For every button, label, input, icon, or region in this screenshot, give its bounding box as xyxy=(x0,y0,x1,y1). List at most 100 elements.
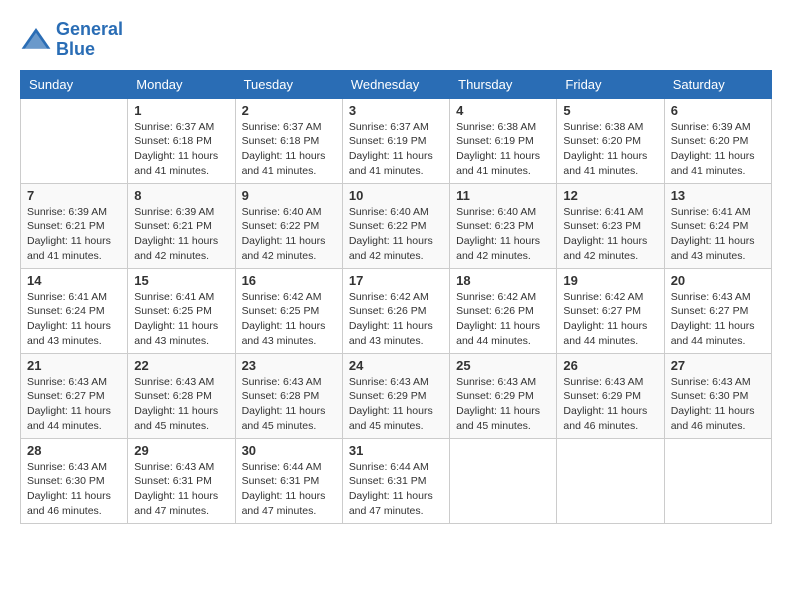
calendar-cell: 25Sunrise: 6:43 AMSunset: 6:29 PMDayligh… xyxy=(450,353,557,438)
day-header-thursday: Thursday xyxy=(450,70,557,98)
day-number: 12 xyxy=(563,188,657,203)
day-number: 27 xyxy=(671,358,765,373)
day-header-wednesday: Wednesday xyxy=(342,70,449,98)
cell-info: Sunrise: 6:43 AMSunset: 6:30 PMDaylight:… xyxy=(671,375,765,434)
cell-info: Sunrise: 6:44 AMSunset: 6:31 PMDaylight:… xyxy=(242,460,336,519)
cell-info: Sunrise: 6:37 AMSunset: 6:18 PMDaylight:… xyxy=(242,120,336,179)
calendar-cell: 29 Sunrise: 6:43 AMSunset: 6:31 PMDayligh… xyxy=(128,438,235,523)
cell-info: Sunrise: 6:42 AMSunset: 6:27 PMDaylight:… xyxy=(563,290,657,349)
cell-info: Sunrise: 6:40 AMSunset: 6:22 PMDaylight:… xyxy=(349,205,443,264)
cell-info: Sunrise: 6:40 AMSunset: 6:23 PMDaylight:… xyxy=(456,205,550,264)
cell-info: Sunrise: 6:39 AMSunset: 6:20 PMDaylight:… xyxy=(671,120,765,179)
calendar-cell: 3 Sunrise: 6:37 AMSunset: 6:19 PMDaylight… xyxy=(342,98,449,183)
day-number: 16 xyxy=(242,273,336,288)
calendar-cell: 12 Sunrise: 6:41 AMSunset: 6:23 PMDayligh… xyxy=(557,183,664,268)
calendar-cell: 4Sunrise: 6:38 AMSunset: 6:19 PMDaylight… xyxy=(450,98,557,183)
calendar-cell: 20 Sunrise: 6:43 AMSunset: 6:27 PMDayligh… xyxy=(664,268,771,353)
day-number: 9 xyxy=(242,188,336,203)
calendar-cell xyxy=(21,98,128,183)
calendar-header-row: SundayMondayTuesdayWednesdayThursdayFrid… xyxy=(21,70,772,98)
calendar-week-4: 21 Sunrise: 6:43 AMSunset: 6:27 PMDayligh… xyxy=(21,353,772,438)
cell-info: Sunrise: 6:43 AMSunset: 6:31 PMDaylight:… xyxy=(134,460,228,519)
cell-info: Sunrise: 6:41 AMSunset: 6:24 PMDaylight:… xyxy=(671,205,765,264)
day-number: 2 xyxy=(242,103,336,118)
cell-info: Sunrise: 6:38 AMSunset: 6:19 PMDaylight:… xyxy=(456,120,550,179)
day-number: 24 xyxy=(349,358,443,373)
cell-info: Sunrise: 6:42 AMSunset: 6:25 PMDaylight:… xyxy=(242,290,336,349)
day-number: 8 xyxy=(134,188,228,203)
day-number: 23 xyxy=(242,358,336,373)
cell-info: Sunrise: 6:43 AMSunset: 6:29 PMDaylight:… xyxy=(456,375,550,434)
calendar-cell: 24Sunrise: 6:43 AMSunset: 6:29 PMDayligh… xyxy=(342,353,449,438)
cell-info: Sunrise: 6:44 AMSunset: 6:31 PMDaylight:… xyxy=(349,460,443,519)
cell-info: Sunrise: 6:41 AMSunset: 6:23 PMDaylight:… xyxy=(563,205,657,264)
day-header-sunday: Sunday xyxy=(21,70,128,98)
calendar-cell: 10 Sunrise: 6:40 AMSunset: 6:22 PMDayligh… xyxy=(342,183,449,268)
calendar-cell: 5 Sunrise: 6:38 AMSunset: 6:20 PMDaylight… xyxy=(557,98,664,183)
calendar-cell xyxy=(450,438,557,523)
day-header-tuesday: Tuesday xyxy=(235,70,342,98)
calendar-body: 1Sunrise: 6:37 AMSunset: 6:18 PMDaylight… xyxy=(21,98,772,523)
cell-info: Sunrise: 6:41 AMSunset: 6:24 PMDaylight:… xyxy=(27,290,121,349)
cell-info: Sunrise: 6:43 AMSunset: 6:27 PMDaylight:… xyxy=(671,290,765,349)
day-number: 10 xyxy=(349,188,443,203)
calendar-cell: 22 Sunrise: 6:43 AMSunset: 6:28 PMDayligh… xyxy=(128,353,235,438)
calendar-week-3: 14 Sunrise: 6:41 AMSunset: 6:24 PMDayligh… xyxy=(21,268,772,353)
cell-info: Sunrise: 6:37 AMSunset: 6:19 PMDaylight:… xyxy=(349,120,443,179)
page-header: General Blue xyxy=(20,20,772,60)
calendar-cell xyxy=(557,438,664,523)
calendar-week-1: 1Sunrise: 6:37 AMSunset: 6:18 PMDaylight… xyxy=(21,98,772,183)
day-number: 29 xyxy=(134,443,228,458)
logo: General Blue xyxy=(20,20,123,60)
calendar-cell: 8Sunrise: 6:39 AMSunset: 6:21 PMDaylight… xyxy=(128,183,235,268)
calendar-week-5: 28 Sunrise: 6:43 AMSunset: 6:30 PMDayligh… xyxy=(21,438,772,523)
calendar-cell: 1Sunrise: 6:37 AMSunset: 6:18 PMDaylight… xyxy=(128,98,235,183)
calendar-cell: 19 Sunrise: 6:42 AMSunset: 6:27 PMDayligh… xyxy=(557,268,664,353)
day-number: 14 xyxy=(27,273,121,288)
calendar-cell: 26 Sunrise: 6:43 AMSunset: 6:29 PMDayligh… xyxy=(557,353,664,438)
day-number: 19 xyxy=(563,273,657,288)
calendar-cell: 27 Sunrise: 6:43 AMSunset: 6:30 PMDayligh… xyxy=(664,353,771,438)
day-header-friday: Friday xyxy=(557,70,664,98)
day-number: 7 xyxy=(27,188,121,203)
calendar-table: SundayMondayTuesdayWednesdayThursdayFrid… xyxy=(20,70,772,524)
calendar-cell: 2 Sunrise: 6:37 AMSunset: 6:18 PMDaylight… xyxy=(235,98,342,183)
logo-text: General Blue xyxy=(56,20,123,60)
calendar-cell: 23Sunrise: 6:43 AMSunset: 6:28 PMDayligh… xyxy=(235,353,342,438)
calendar-cell: 6Sunrise: 6:39 AMSunset: 6:20 PMDaylight… xyxy=(664,98,771,183)
day-number: 3 xyxy=(349,103,443,118)
day-number: 17 xyxy=(349,273,443,288)
day-number: 15 xyxy=(134,273,228,288)
cell-info: Sunrise: 6:43 AMSunset: 6:27 PMDaylight:… xyxy=(27,375,121,434)
calendar-cell: 15 Sunrise: 6:41 AMSunset: 6:25 PMDayligh… xyxy=(128,268,235,353)
day-number: 11 xyxy=(456,188,550,203)
cell-info: Sunrise: 6:43 AMSunset: 6:30 PMDaylight:… xyxy=(27,460,121,519)
day-number: 21 xyxy=(27,358,121,373)
day-number: 26 xyxy=(563,358,657,373)
cell-info: Sunrise: 6:42 AMSunset: 6:26 PMDaylight:… xyxy=(456,290,550,349)
calendar-week-2: 7 Sunrise: 6:39 AMSunset: 6:21 PMDaylight… xyxy=(21,183,772,268)
day-header-saturday: Saturday xyxy=(664,70,771,98)
calendar-cell: 31 Sunrise: 6:44 AMSunset: 6:31 PMDayligh… xyxy=(342,438,449,523)
day-number: 28 xyxy=(27,443,121,458)
cell-info: Sunrise: 6:38 AMSunset: 6:20 PMDaylight:… xyxy=(563,120,657,179)
cell-info: Sunrise: 6:41 AMSunset: 6:25 PMDaylight:… xyxy=(134,290,228,349)
calendar-cell: 14 Sunrise: 6:41 AMSunset: 6:24 PMDayligh… xyxy=(21,268,128,353)
calendar-cell: 17Sunrise: 6:42 AMSunset: 6:26 PMDayligh… xyxy=(342,268,449,353)
calendar-cell: 9 Sunrise: 6:40 AMSunset: 6:22 PMDaylight… xyxy=(235,183,342,268)
day-number: 31 xyxy=(349,443,443,458)
calendar-cell xyxy=(664,438,771,523)
day-number: 18 xyxy=(456,273,550,288)
day-number: 20 xyxy=(671,273,765,288)
calendar-cell: 18 Sunrise: 6:42 AMSunset: 6:26 PMDayligh… xyxy=(450,268,557,353)
cell-info: Sunrise: 6:43 AMSunset: 6:28 PMDaylight:… xyxy=(134,375,228,434)
day-number: 30 xyxy=(242,443,336,458)
day-number: 22 xyxy=(134,358,228,373)
calendar-cell: 13Sunrise: 6:41 AMSunset: 6:24 PMDayligh… xyxy=(664,183,771,268)
day-number: 5 xyxy=(563,103,657,118)
cell-info: Sunrise: 6:43 AMSunset: 6:29 PMDaylight:… xyxy=(563,375,657,434)
day-header-monday: Monday xyxy=(128,70,235,98)
cell-info: Sunrise: 6:39 AMSunset: 6:21 PMDaylight:… xyxy=(27,205,121,264)
cell-info: Sunrise: 6:37 AMSunset: 6:18 PMDaylight:… xyxy=(134,120,228,179)
cell-info: Sunrise: 6:40 AMSunset: 6:22 PMDaylight:… xyxy=(242,205,336,264)
